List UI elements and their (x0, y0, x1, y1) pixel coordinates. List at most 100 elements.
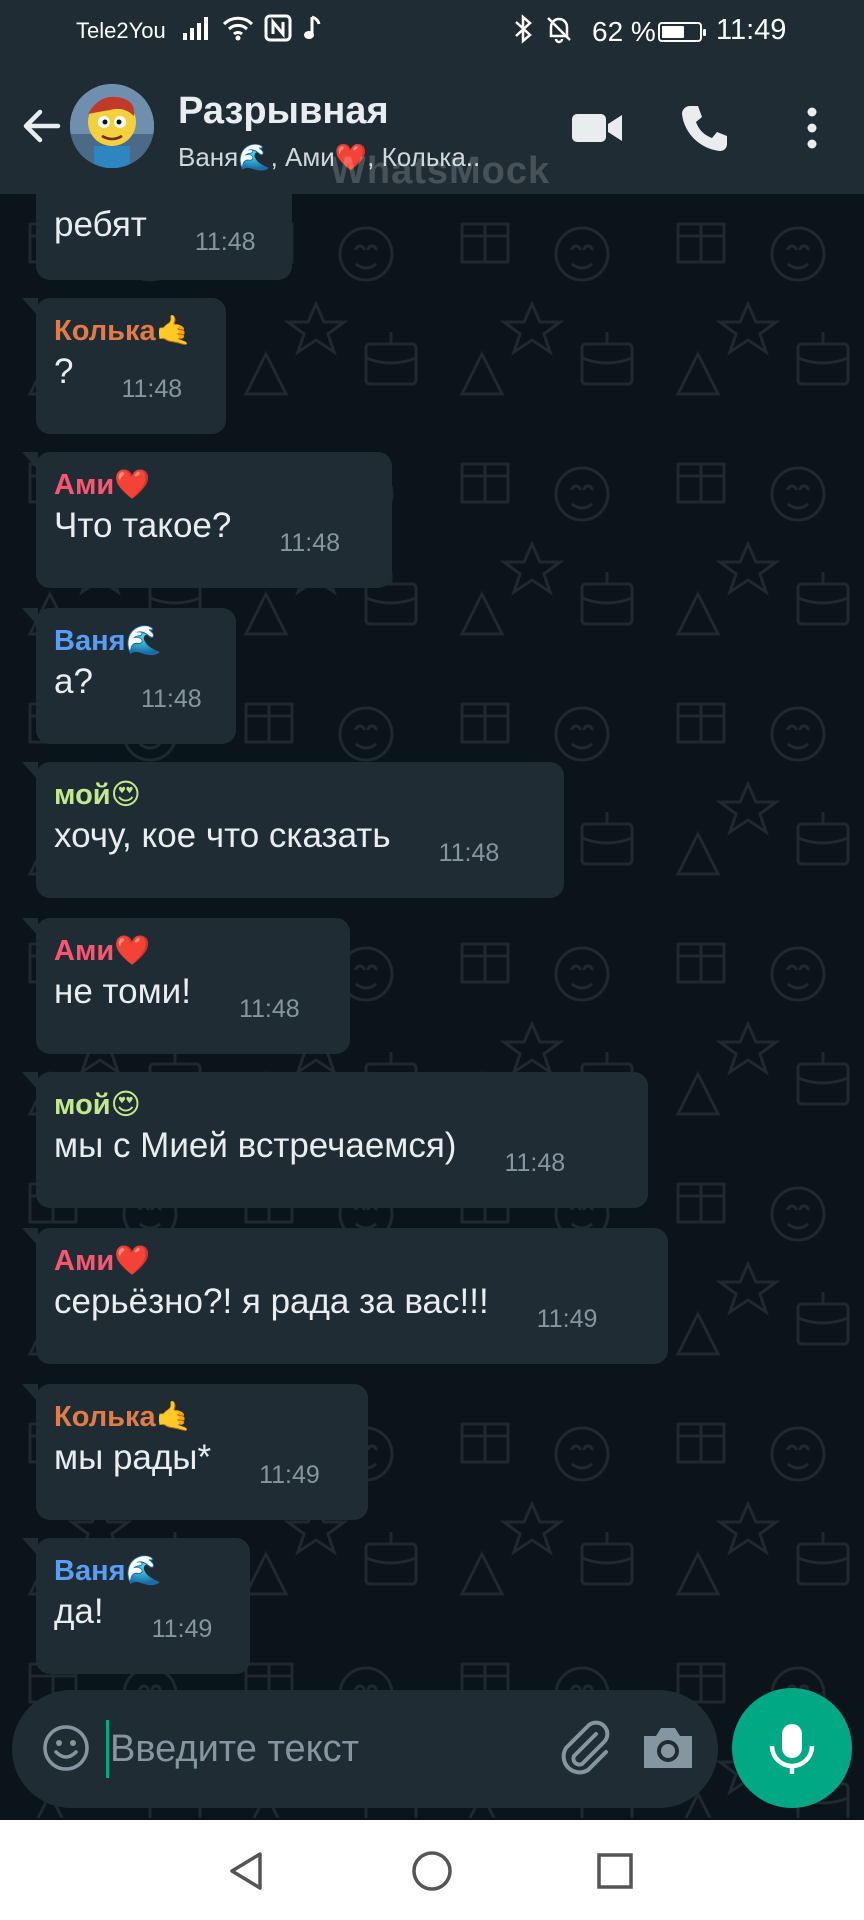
status-icons-right (512, 14, 574, 44)
message-text: ребят (54, 205, 147, 244)
paperclip-icon[interactable] (550, 1714, 620, 1784)
message-bubble[interactable]: Ами❤️ серьёзно?! я рада за вас!!! 11:49 (22, 1228, 668, 1364)
composer-bar (12, 1690, 718, 1808)
message-text: мы рады* (54, 1438, 212, 1477)
sender-name: мой (54, 779, 111, 811)
message-bubble[interactable]: Ваня🌊 а? 11:48 (22, 608, 236, 744)
video-call-icon[interactable] (568, 100, 624, 156)
status-time: 11:49 (716, 14, 787, 46)
sender-emoji: 🌊 (125, 623, 162, 657)
nav-recents-icon[interactable] (590, 1846, 640, 1896)
message-time: 11:48 (194, 228, 256, 256)
message-sender[interactable]: Колька🤙 (54, 312, 206, 349)
message-row: Что такое? 11:48 (54, 503, 372, 557)
carrier-name: Tele2You (76, 18, 166, 43)
mute-bell-icon (547, 17, 571, 44)
sender-emoji: 🤙 (155, 313, 192, 347)
sender-name: Ами (54, 469, 115, 501)
message-row: да! 11:49 (54, 1589, 230, 1643)
message-time: 11:49 (536, 1305, 598, 1333)
back-arrow-icon[interactable] (16, 100, 68, 152)
chat-title[interactable]: Разрывная (178, 90, 389, 133)
signal-icon (183, 17, 208, 40)
whatsapp-chat-screen: Tele2You 62 % 11:49 Разрывная Ваня🌊, Ами… (0, 0, 864, 1920)
message-bubble[interactable]: Ваня🌊 да! 11:49 (22, 1538, 250, 1674)
message-input[interactable] (110, 1716, 530, 1782)
message-bubble[interactable]: ребят 11:48 (36, 176, 292, 280)
group-avatar[interactable] (70, 84, 154, 168)
message-text: мы с Мией встречаемся) (54, 1126, 457, 1165)
message-time: 11:49 (151, 1615, 213, 1643)
message-text: Что такое? (54, 506, 232, 545)
nfc-icon (264, 14, 292, 42)
sender-name: Ами (54, 935, 115, 967)
sender-emoji: 🌊 (125, 1553, 162, 1587)
sender-name: Колька (54, 315, 156, 347)
message-sender[interactable]: Ами❤️ (54, 466, 372, 503)
message-bubble[interactable]: Колька🤙? 11:48 (22, 298, 226, 434)
message-time: 11:48 (504, 1149, 566, 1177)
message-text: ? (54, 352, 74, 391)
sender-emoji: 🤙 (155, 1399, 192, 1433)
message-time: 11:48 (279, 529, 341, 557)
message-bubble[interactable]: Колька🤙 мы рады* 11:49 (22, 1384, 368, 1520)
message-time: 11:48 (438, 839, 500, 867)
message-time: 11:48 (140, 685, 202, 713)
status-icons-left (182, 14, 322, 42)
mic-icon (769, 1724, 815, 1774)
bluetooth-icon (515, 14, 532, 44)
message-text: не томи! (54, 972, 191, 1011)
message-text: серьёзно?! я рада за вас!!! (54, 1282, 489, 1321)
message-row: серьёзно?! я рада за вас!!! 11:49 (54, 1279, 648, 1333)
battery-percent: 62 % (592, 16, 656, 47)
watermark: WhatsMock (330, 150, 551, 192)
sender-emoji: 😍 (110, 1087, 141, 1121)
message-sender[interactable]: мой😍 (54, 1086, 628, 1123)
message-row: ребят 11:48 (54, 202, 272, 256)
status-bar: Tele2You 62 % 11:49 (0, 0, 864, 62)
message-row: а? 11:48 (54, 659, 216, 713)
message-time: 11:49 (259, 1461, 320, 1489)
battery-icon (658, 22, 706, 42)
message-text: да! (54, 1592, 104, 1631)
message-bubble[interactable]: Ами❤️ Что такое? 11:48 (22, 452, 392, 588)
message-time: 11:48 (238, 995, 300, 1023)
sender-name: Ваня (54, 1555, 126, 1587)
message-row: мы с Мией встречаемся) 11:48 (54, 1123, 628, 1177)
more-vertical-icon[interactable] (784, 100, 840, 156)
message-row: ? 11:48 (54, 349, 206, 403)
sender-emoji: ❤️ (114, 467, 151, 501)
message-text: а? (54, 662, 93, 701)
message-bubble[interactable]: мой😍 мы с Мией встречаемся) 11:48 (22, 1072, 648, 1208)
phone-icon[interactable] (676, 100, 732, 156)
sender-name: Колька (54, 1401, 156, 1433)
message-sender[interactable]: Колька🤙 (54, 1398, 348, 1435)
message-sender[interactable]: мой😍 (54, 776, 544, 813)
nav-home-icon[interactable] (407, 1846, 457, 1896)
message-bubble[interactable]: мой😍 хочу, кое что сказать 11:48 (22, 762, 564, 898)
music-note-icon (304, 15, 321, 39)
sender-emoji: ❤️ (114, 1243, 151, 1277)
message-bubble[interactable]: Ами❤️ не томи! 11:48 (22, 918, 350, 1054)
message-text: хочу, кое что сказать (54, 816, 391, 855)
system-nav-bar (0, 1820, 864, 1920)
emoji-icon[interactable] (38, 1720, 94, 1776)
message-row: мы рады* 11:49 (54, 1435, 348, 1489)
message-sender[interactable]: Ваня🌊 (54, 622, 216, 659)
message-time: 11:48 (121, 375, 183, 403)
battery-fill (662, 26, 684, 38)
sender-name: Ваня (54, 625, 126, 657)
message-row: не томи! 11:48 (54, 969, 330, 1023)
message-sender[interactable]: Ваня🌊 (54, 1552, 230, 1589)
mic-button[interactable] (732, 1688, 852, 1808)
camera-icon[interactable] (636, 1716, 700, 1780)
avatar-image (70, 84, 154, 168)
chat-header: Разрывная Ваня🌊, Ами❤️, Колька.. WhatsMo… (0, 62, 864, 194)
nav-back-icon[interactable] (222, 1846, 272, 1896)
sender-emoji: ❤️ (114, 933, 151, 967)
sender-name: Ами (54, 1245, 115, 1277)
message-sender[interactable]: Ами❤️ (54, 932, 330, 969)
message-sender[interactable]: Ами❤️ (54, 1242, 648, 1279)
wifi-icon (222, 16, 254, 41)
sender-name: мой (54, 1089, 111, 1121)
